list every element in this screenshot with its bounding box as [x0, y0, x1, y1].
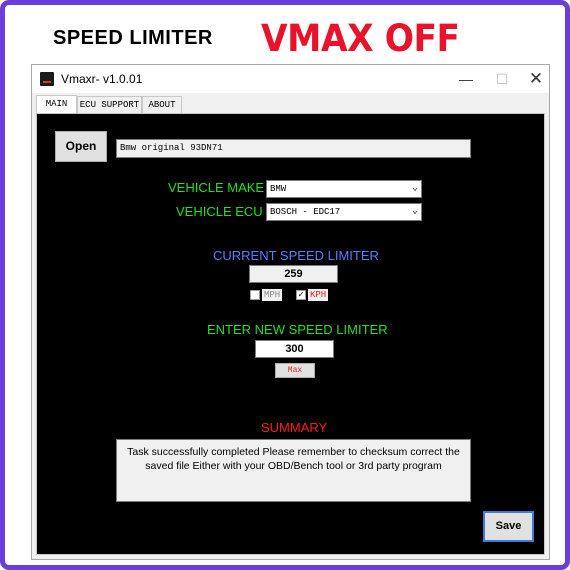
main-panel: Open Bmw original 93DN71 VEHICLE MAKE BM…	[36, 113, 545, 555]
app-window: Vmaxr- v1.0.01 — ☐ ✕ MAIN ECU SUPPORT AB…	[31, 64, 550, 560]
file-path-field[interactable]: Bmw original 93DN71	[116, 139, 471, 158]
banner-title: SPEED LIMITER	[53, 27, 213, 49]
outer-frame: SPEED LIMITER VMAX OFF Vmaxr- v1.0.01 — …	[0, 0, 570, 570]
new-limiter-input[interactable]: 300	[255, 340, 334, 358]
max-button[interactable]: Max	[275, 363, 315, 378]
vehicle-make-label: VEHICLE MAKE	[168, 180, 265, 195]
vehicle-ecu-value: BOSCH - EDC17	[270, 207, 341, 217]
tab-about[interactable]: ABOUT	[142, 96, 182, 113]
kph-checkbox[interactable]: ✓ KPH	[296, 288, 329, 302]
vehicle-ecu-label: VEHICLE ECU	[176, 204, 263, 219]
window-title: Vmaxr- v1.0.01	[61, 72, 143, 86]
kph-label: KPH	[308, 289, 329, 301]
minimize-button[interactable]: —	[447, 65, 485, 93]
title-bar: Vmaxr- v1.0.01 — ☐ ✕	[32, 65, 549, 93]
summary-text: Task successfully completed Please remem…	[116, 439, 471, 502]
chevron-down-icon: ⌄	[411, 183, 418, 194]
app-logo-icon	[40, 72, 54, 86]
mph-label: MPH	[262, 289, 283, 301]
banner-subtitle: VMAX OFF	[261, 17, 460, 60]
save-button[interactable]: Save	[483, 511, 534, 542]
open-button[interactable]: Open	[55, 131, 107, 162]
close-button[interactable]: ✕	[517, 65, 555, 93]
maximize-button[interactable]: ☐	[483, 65, 521, 93]
tab-main[interactable]: MAIN	[36, 95, 77, 114]
tab-ecu-support[interactable]: ECU SUPPORT	[77, 96, 142, 113]
vehicle-make-select[interactable]: BMW ⌄	[266, 180, 422, 198]
mph-checkbox[interactable]: MPH	[250, 288, 283, 302]
summary-title: SUMMARY	[261, 420, 328, 435]
new-limiter-title: ENTER NEW SPEED LIMITER	[207, 322, 388, 337]
checkmark-icon[interactable]: ✓	[296, 290, 306, 300]
current-limiter-value: 259	[249, 265, 338, 283]
vehicle-make-value: BMW	[270, 184, 287, 194]
mph-check-box[interactable]	[250, 290, 260, 300]
current-limiter-title: CURRENT SPEED LIMITER	[213, 248, 379, 263]
chevron-down-icon: ⌄	[411, 206, 418, 217]
vehicle-ecu-select[interactable]: BOSCH - EDC17 ⌄	[266, 203, 422, 221]
